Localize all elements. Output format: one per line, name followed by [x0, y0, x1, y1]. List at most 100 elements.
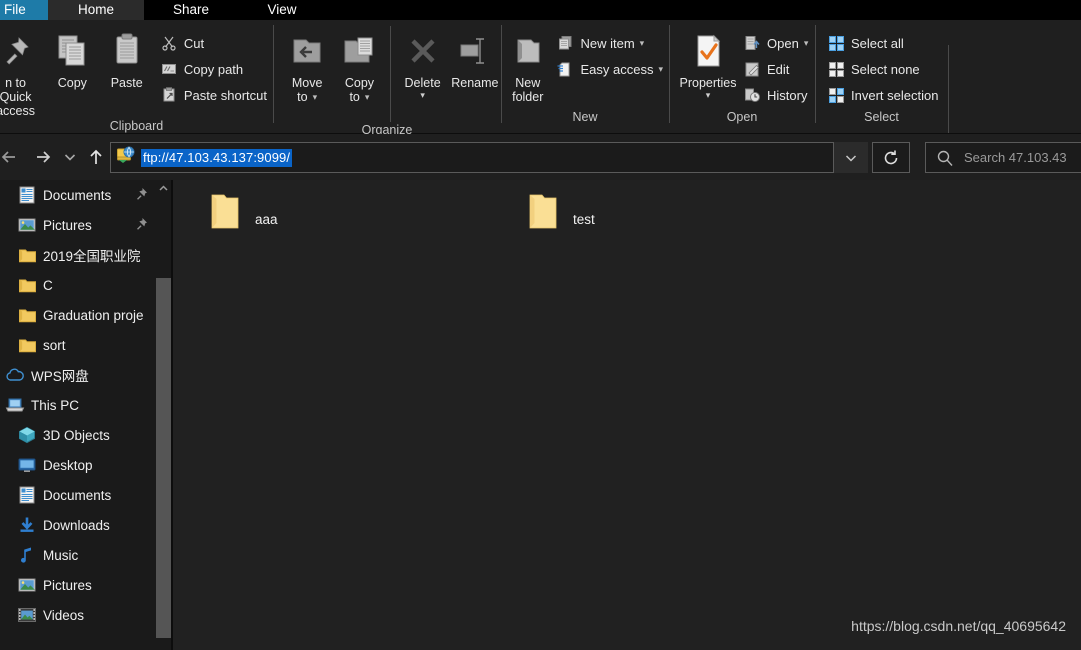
select-all-button[interactable]: Select all — [825, 30, 944, 56]
chevron-down-icon[interactable]: ▾ — [658, 64, 663, 74]
new-small-buttons: New item ▾ Easy access ▾ — [554, 26, 669, 82]
tab-view[interactable]: View — [238, 0, 326, 20]
sidebar-item-documents[interactable]: Documents — [0, 480, 156, 510]
sidebar-item-pictures[interactable]: Pictures — [0, 570, 156, 600]
cut-button[interactable]: Cut — [158, 30, 273, 56]
new-folder-label-line1: New — [515, 76, 541, 90]
search-input[interactable]: Search 47.103.43 — [964, 150, 1067, 165]
refresh-button[interactable] — [872, 142, 910, 173]
paste-button[interactable]: Paste — [102, 26, 152, 90]
history-button[interactable]: History — [741, 82, 814, 108]
select-small-buttons: Select all Select none Invert selection — [825, 26, 944, 108]
sidebar-item-label: sort — [43, 337, 66, 353]
delete-button[interactable]: Delete ▾ — [396, 26, 448, 100]
paste-label: Paste — [110, 76, 143, 90]
sidebar-item-music[interactable]: Music — [0, 540, 156, 570]
select-none-label: Select none — [851, 61, 920, 77]
copy-button[interactable]: Copy — [47, 26, 97, 90]
sidebar-item-label: 3D Objects — [43, 427, 110, 443]
history-label: History — [767, 87, 808, 103]
cloud-icon — [2, 367, 28, 383]
tab-view-label: View — [267, 2, 297, 18]
sidebar-item-3d-objects[interactable]: 3D Objects — [0, 420, 156, 450]
sidebar-item-wps-cloud[interactable]: WPS网盘 — [0, 360, 156, 390]
new-folder-label-line2: folder — [512, 90, 544, 104]
properties-button[interactable]: Properties ▾ — [677, 26, 739, 100]
address-dropdown-button[interactable] — [834, 142, 868, 173]
address-bar[interactable]: ftp://47.103.43.137:9099/ — [110, 142, 834, 173]
pin-icon[interactable] — [134, 187, 156, 204]
sidebar-item-label: Graduation proje — [43, 307, 144, 323]
pin-icon — [0, 30, 33, 72]
sidebar-item-videos[interactable]: Videos — [0, 600, 156, 630]
edit-button[interactable]: Edit — [741, 56, 814, 82]
pin-to-quick-access-button[interactable]: n to Quick access — [0, 26, 39, 118]
sidebar-item-label: Documents — [43, 487, 112, 503]
folder-icon — [14, 338, 40, 353]
invert-selection-icon — [825, 87, 847, 103]
open-button[interactable]: Open ▾ — [741, 30, 814, 56]
properties-label: Properties — [679, 76, 737, 90]
clipboard-small-buttons: Cut Copy path Paste shortcut — [158, 26, 273, 108]
ribbon: n to Quick access Copy Paste Cut Copy pa… — [0, 20, 1081, 137]
folder-icon — [203, 190, 247, 234]
move-to-label-line1: Move — [291, 76, 323, 90]
file-list-item[interactable]: test — [521, 190, 595, 234]
music-icon — [14, 546, 40, 564]
ribbon-group-new-label: New — [572, 110, 598, 124]
sidebar-item-folder-graduation[interactable]: Graduation proje — [0, 300, 156, 330]
paste-shortcut-button[interactable]: Paste shortcut — [158, 82, 273, 108]
address-bar-text[interactable]: ftp://47.103.43.137:9099/ — [141, 148, 293, 167]
recent-locations-button[interactable] — [57, 142, 83, 172]
up-button[interactable] — [82, 142, 110, 172]
pin-icon[interactable] — [134, 217, 156, 234]
3dobjects-icon — [14, 426, 40, 444]
sidebar-item-folder-c[interactable]: C — [0, 270, 156, 300]
forward-button[interactable] — [26, 142, 60, 172]
file-list-item[interactable]: aaa — [203, 190, 278, 234]
chevron-down-icon[interactable]: ▾ — [365, 92, 370, 102]
invert-selection-button[interactable]: Invert selection — [825, 82, 944, 108]
sidebar-scrollbar-thumb[interactable] — [156, 278, 171, 638]
move-to-icon — [288, 30, 326, 72]
chevron-down-icon[interactable]: ▾ — [313, 92, 318, 102]
move-to-button[interactable]: Move to ▾ — [281, 26, 333, 104]
chevron-down-icon[interactable]: ▾ — [640, 38, 645, 48]
easy-access-button[interactable]: Easy access ▾ — [554, 56, 669, 82]
tab-share[interactable]: Share — [144, 0, 238, 20]
tab-file[interactable]: File — [0, 0, 48, 20]
chevron-down-icon[interactable]: ▾ — [706, 91, 711, 100]
sidebar-item-desktop[interactable]: Desktop — [0, 450, 156, 480]
tab-home[interactable]: Home — [48, 0, 144, 20]
select-none-button[interactable]: Select none — [825, 56, 944, 82]
sidebar-item-label: Videos — [43, 607, 85, 623]
folder-icon — [14, 248, 40, 263]
paste-shortcut-label: Paste shortcut — [183, 87, 267, 103]
new-folder-button[interactable]: New folder — [507, 26, 548, 104]
sidebar-item-downloads[interactable]: Downloads — [0, 510, 156, 540]
chevron-down-icon[interactable]: ▾ — [804, 38, 809, 48]
sidebar-scroll-up-button[interactable] — [156, 180, 171, 197]
sidebar-item-label: Downloads — [43, 517, 110, 533]
ribbon-group-select: Select all Select none Invert selection … — [815, 20, 948, 133]
rename-button[interactable]: Rename — [449, 26, 501, 90]
copy-to-button[interactable]: Copy to ▾ — [333, 26, 385, 104]
chevron-down-icon[interactable]: ▾ — [420, 91, 425, 100]
new-item-button[interactable]: New item ▾ — [554, 30, 669, 56]
select-none-icon — [825, 61, 847, 77]
copy-path-button[interactable]: Copy path — [158, 56, 273, 82]
sidebar-item-label: Documents — [43, 187, 112, 203]
sidebar-item-pictures-quick[interactable]: Pictures — [0, 210, 156, 240]
sidebar-item-folder-2019[interactable]: 2019全国职业院 — [0, 240, 156, 270]
invert-selection-label: Invert selection — [851, 87, 939, 103]
watermark-text: https://blog.csdn.net/qq_40695642 — [851, 618, 1066, 634]
search-box[interactable]: Search 47.103.43 — [925, 142, 1081, 173]
back-button[interactable] — [0, 142, 26, 172]
file-list-view[interactable]: test aaa https://blog.csdn.net/qq_4069564… — [173, 180, 1081, 650]
easy-access-label: Easy access — [580, 61, 654, 77]
sidebar-item-this-pc[interactable]: This PC — [0, 390, 156, 420]
sidebar-item-label: WPS网盘 — [31, 369, 89, 384]
sidebar-item-documents-quick[interactable]: Documents — [0, 180, 156, 210]
file-list-item-label: test — [573, 212, 595, 227]
sidebar-item-folder-sort[interactable]: sort — [0, 330, 156, 360]
